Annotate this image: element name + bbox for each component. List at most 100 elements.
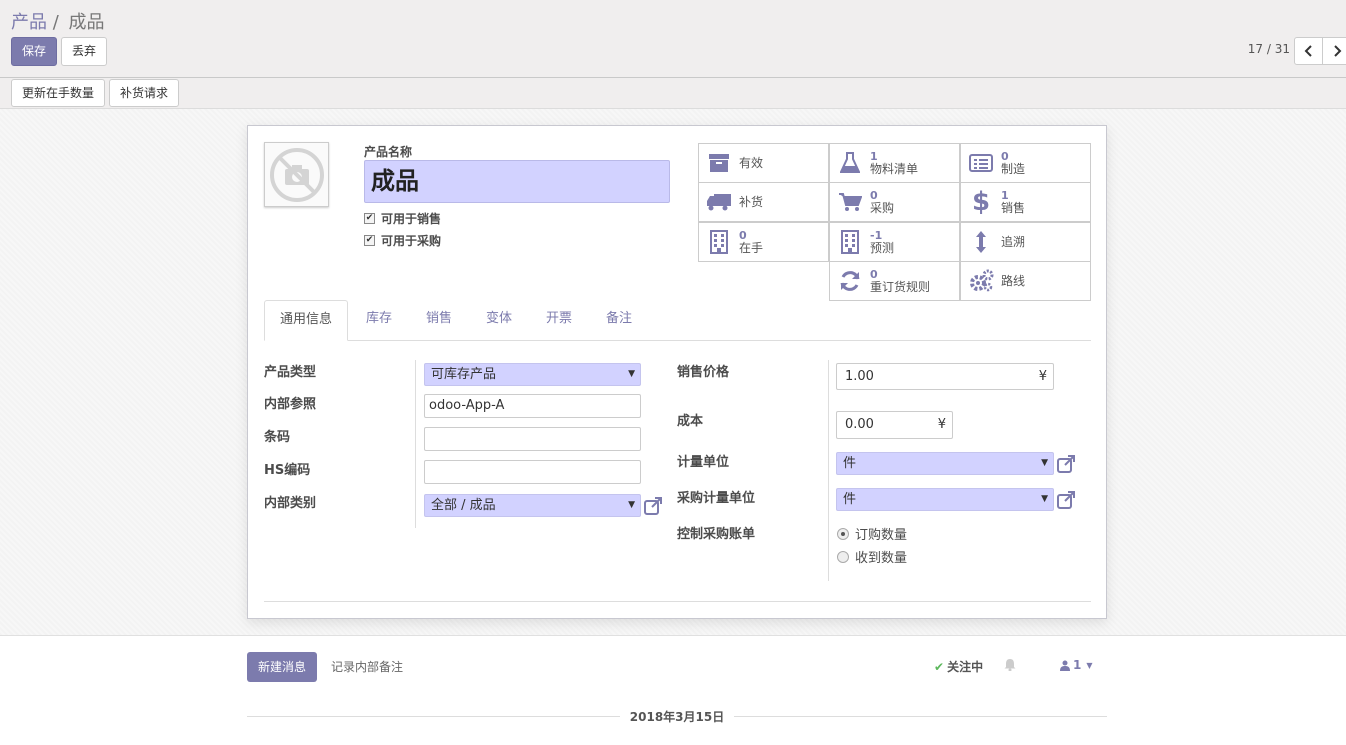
smart-button-purchase[interactable]: 0 采购 bbox=[829, 182, 960, 222]
breadcrumb-separator: / bbox=[52, 12, 59, 33]
update-qty-button[interactable]: 更新在手数量 bbox=[11, 79, 105, 107]
replenish-button[interactable]: 补货请求 bbox=[109, 79, 179, 107]
can-be-sold-checkbox[interactable]: ✔ bbox=[364, 213, 375, 224]
smart-button-label: 重订货规则 bbox=[870, 280, 931, 294]
product-type-label: 产品类型 bbox=[264, 365, 317, 380]
smart-button-sales[interactable]: $ 1 销售 bbox=[960, 182, 1091, 222]
smart-button-label: 追溯 bbox=[1001, 234, 1026, 249]
smart-button-traceability[interactable]: 追溯 bbox=[960, 222, 1091, 262]
bill-option-received[interactable]: 收到数量 bbox=[837, 547, 907, 566]
smart-button-bom[interactable]: 1 物料清单 bbox=[829, 143, 960, 183]
smart-button-reorder-rules[interactable]: 0 重订货规则 bbox=[829, 261, 960, 301]
external-link-icon[interactable] bbox=[643, 496, 663, 516]
statusbar: 更新在手数量 补货请求 bbox=[0, 78, 1346, 109]
user-icon bbox=[1060, 660, 1070, 671]
smart-button-label: 路线 bbox=[1001, 273, 1026, 288]
external-link-icon[interactable] bbox=[1056, 454, 1076, 474]
barcode-input[interactable] bbox=[424, 427, 641, 451]
date-separator: 2018年3月15日 bbox=[247, 708, 1107, 724]
product-name-label: 产品名称 bbox=[364, 145, 413, 159]
can-be-sold-label: 可用于销售 bbox=[381, 212, 442, 226]
caret-down-icon: ▼ bbox=[628, 500, 635, 510]
can-be-sold-row[interactable]: ✔ 可用于销售 bbox=[364, 210, 441, 227]
tab-notes[interactable]: 备注 bbox=[592, 300, 646, 341]
followers-dropdown[interactable]: 1 ▼ bbox=[1060, 658, 1093, 672]
purchase-uom-select[interactable]: 件 ▼ bbox=[836, 488, 1054, 511]
smart-button-on-hand[interactable]: 0 在手 bbox=[698, 222, 829, 262]
tab-invoicing[interactable]: 开票 bbox=[532, 300, 586, 341]
bill-option-ordered[interactable]: 订购数量 bbox=[837, 524, 907, 543]
cost-label: 成本 bbox=[677, 414, 704, 429]
smart-button-label: 有效 bbox=[739, 155, 764, 170]
refresh-icon bbox=[840, 271, 860, 291]
can-be-purchased-row[interactable]: ✔ 可用于采购 bbox=[364, 232, 441, 249]
tab-general[interactable]: 通用信息 bbox=[264, 300, 348, 341]
smart-button-forecast[interactable]: -1 预测 bbox=[829, 222, 960, 262]
follow-button[interactable]: ✔ 关注中 bbox=[934, 658, 983, 675]
cost-input[interactable]: 0.00 ¥ bbox=[836, 411, 953, 439]
smart-button-manufacture[interactable]: 0 制造 bbox=[960, 143, 1091, 183]
smart-button-replenish[interactable]: 补货 bbox=[698, 182, 829, 222]
pager-next-button[interactable] bbox=[1322, 37, 1346, 65]
form-sheet: 产品名称 成品 ✔ 可用于销售 ✔ 可用于采购 有效 1 物料清单 0 制造 补货 … bbox=[247, 125, 1107, 619]
sale-price-value: 1.00 bbox=[845, 369, 874, 384]
category-label: 内部类别 bbox=[264, 496, 317, 511]
smart-button-routes[interactable]: 路线 bbox=[960, 261, 1091, 301]
no-camera-icon bbox=[269, 147, 324, 202]
category-value: 全部 / 成品 bbox=[431, 498, 496, 513]
smart-button-label: 制造 bbox=[1001, 162, 1026, 176]
internal-ref-input[interactable]: odoo-App-A bbox=[424, 394, 641, 418]
smart-button-label: 在手 bbox=[739, 241, 764, 255]
sale-price-label: 销售价格 bbox=[677, 365, 730, 380]
radio-button[interactable] bbox=[837, 527, 849, 540]
breadcrumb-current: 成品 bbox=[68, 12, 105, 33]
category-select[interactable]: 全部 / 成品 ▼ bbox=[424, 494, 641, 517]
save-button[interactable]: 保存 bbox=[11, 37, 57, 66]
log-note-button[interactable]: 记录内部备注 bbox=[331, 658, 403, 675]
external-link-icon[interactable] bbox=[1056, 490, 1076, 510]
cart-icon bbox=[839, 193, 862, 211]
uom-value: 件 bbox=[843, 456, 857, 471]
sale-price-input[interactable]: 1.00 ¥ bbox=[836, 363, 1054, 390]
uom-label: 计量单位 bbox=[677, 455, 730, 470]
notification-settings[interactable] bbox=[1004, 658, 1016, 675]
flask-icon bbox=[840, 152, 860, 173]
can-be-purchased-checkbox[interactable]: ✔ bbox=[364, 235, 375, 246]
control-panel: 产品 / 成品 保存 丢弃 17 / 31 bbox=[0, 0, 1346, 78]
product-image[interactable] bbox=[264, 142, 329, 207]
check-icon: ✔ bbox=[934, 659, 945, 674]
smart-button-label: 采购 bbox=[870, 201, 895, 215]
new-message-button[interactable]: 新建消息 bbox=[247, 652, 317, 682]
uom-select[interactable]: 件 ▼ bbox=[836, 452, 1054, 475]
chatter: 新建消息 记录内部备注 ✔ 关注中 1 ▼ 2018年3月15日 bbox=[0, 636, 1346, 745]
cogs-icon bbox=[970, 269, 994, 292]
breadcrumb: 产品 / 成品 bbox=[11, 8, 105, 34]
discard-button[interactable]: 丢弃 bbox=[61, 37, 107, 66]
caret-down-icon: ▼ bbox=[1041, 494, 1048, 504]
pager-previous-button[interactable] bbox=[1294, 37, 1323, 65]
smart-button-active[interactable]: 有效 bbox=[698, 143, 829, 183]
hs-code-input[interactable] bbox=[424, 460, 641, 484]
purchase-uom-label: 采购计量单位 bbox=[677, 491, 756, 506]
hs-code-label: HS编码 bbox=[264, 463, 311, 478]
caret-down-icon: ▼ bbox=[1041, 458, 1048, 468]
currency-symbol: ¥ bbox=[937, 417, 946, 432]
tab-variants[interactable]: 变体 bbox=[472, 300, 526, 341]
tab-inventory[interactable]: 库存 bbox=[352, 300, 406, 341]
purchase-uom-value: 件 bbox=[843, 492, 857, 507]
product-name-input[interactable]: 成品 bbox=[364, 160, 670, 203]
radio-button[interactable] bbox=[837, 550, 849, 563]
tab-sales[interactable]: 销售 bbox=[412, 300, 466, 341]
breadcrumb-parent[interactable]: 产品 bbox=[11, 12, 47, 33]
list-icon bbox=[969, 154, 993, 172]
smart-button-label: 补货 bbox=[739, 194, 764, 209]
arrows-v-icon bbox=[976, 231, 986, 253]
divider bbox=[415, 360, 416, 528]
date-label: 2018年3月15日 bbox=[619, 710, 735, 724]
pager-value[interactable]: 17 / 31 bbox=[1248, 42, 1290, 56]
product-type-select[interactable]: 可库存产品 ▼ bbox=[424, 363, 641, 386]
caret-down-icon: ▼ bbox=[628, 369, 635, 379]
can-be-purchased-label: 可用于采购 bbox=[381, 234, 442, 248]
bill-control-label: 控制采购账单 bbox=[677, 527, 756, 542]
sheet-separator bbox=[264, 601, 1091, 602]
